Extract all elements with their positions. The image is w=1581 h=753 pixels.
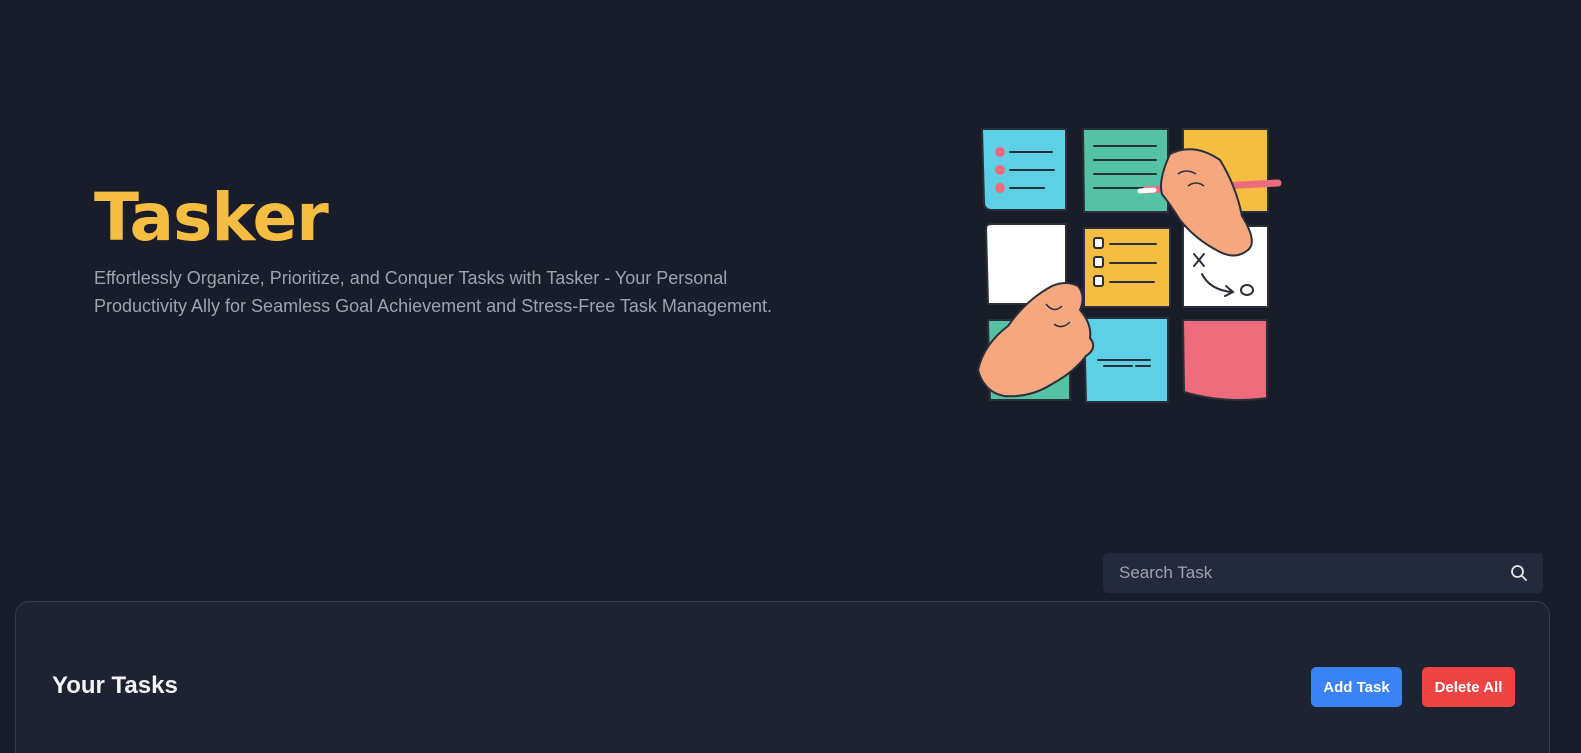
add-task-button[interactable]: Add Task [1311, 667, 1402, 707]
search-icon[interactable] [1509, 563, 1529, 583]
tasks-heading: Your Tasks [52, 672, 178, 699]
app-title: Tasker [94, 179, 329, 256]
hero-text: Tasker Effortlessly Organize, Prioritize… [94, 178, 794, 320]
search-bar [1103, 553, 1543, 593]
app-tagline: Effortlessly Organize, Prioritize, and C… [94, 268, 772, 316]
delete-all-button[interactable]: Delete All [1422, 667, 1515, 707]
tasks-panel: Your Tasks Add Task Delete All [15, 601, 1550, 753]
search-input[interactable] [1119, 563, 1509, 583]
sticky-notes-illustration [974, 124, 1290, 410]
